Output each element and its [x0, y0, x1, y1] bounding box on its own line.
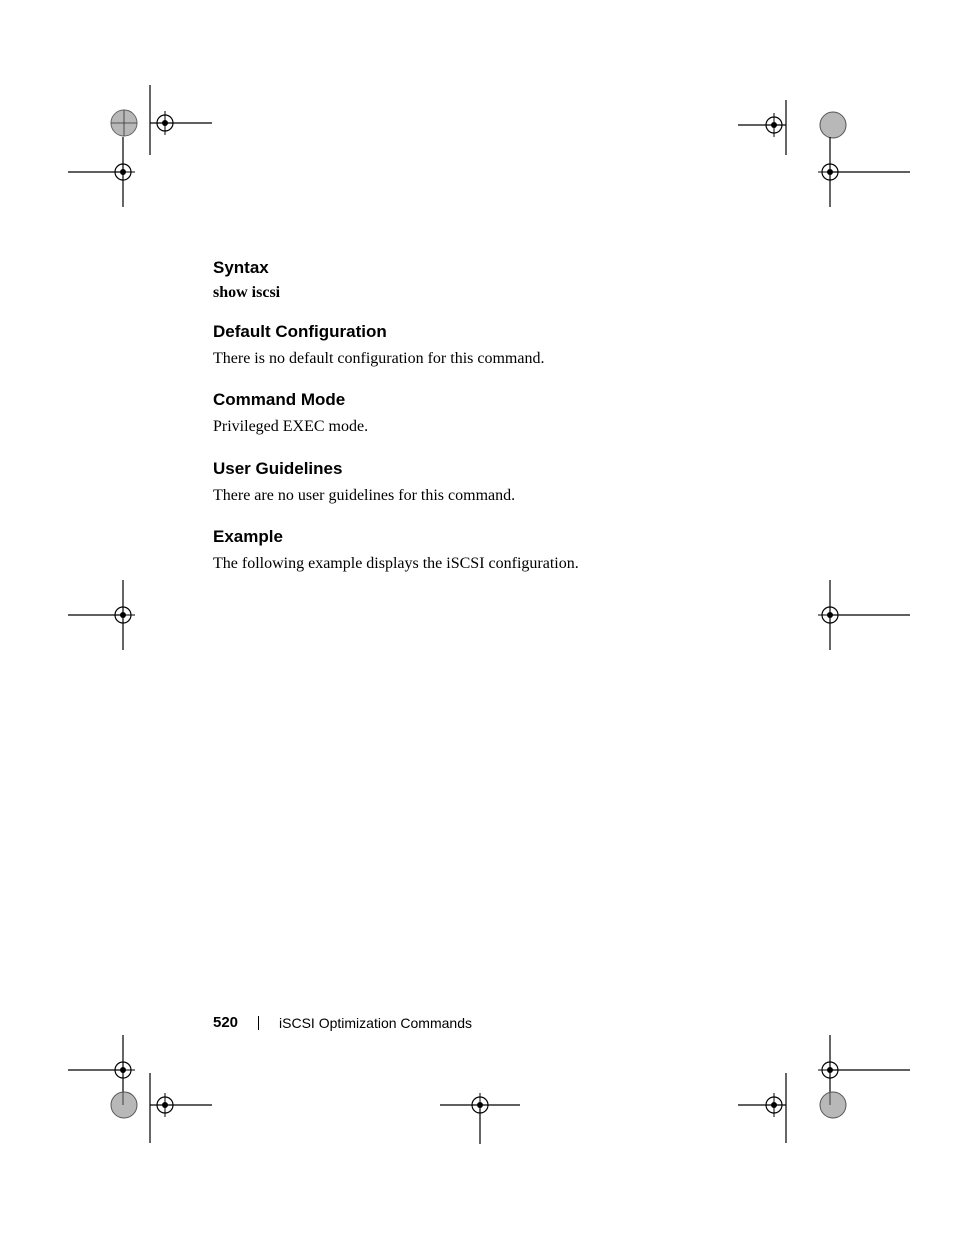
example-body: The following example displays the iSCSI… — [213, 553, 773, 575]
default-config-body: There is no default configuration for th… — [213, 348, 773, 370]
syntax-body: show iscsi — [213, 284, 773, 302]
user-guidelines-body: There are no user guidelines for this co… — [213, 485, 773, 507]
user-guidelines-heading: User Guidelines — [213, 459, 773, 479]
command-mode-body: Privileged EXEC mode. — [213, 416, 773, 438]
default-config-heading: Default Configuration — [213, 322, 773, 342]
example-heading: Example — [213, 527, 773, 547]
command-mode-heading: Command Mode — [213, 390, 773, 410]
crop-mark-icon — [738, 1073, 858, 1143]
crop-mark-icon — [800, 580, 910, 650]
page-footer: 520 iSCSI Optimization Commands — [213, 1014, 472, 1031]
crop-mark-icon — [68, 580, 178, 650]
syntax-heading: Syntax — [213, 258, 773, 278]
page-content: Syntax show iscsi Default Configuration … — [213, 258, 773, 596]
crop-mark-icon — [68, 137, 178, 207]
footer-divider — [258, 1016, 259, 1030]
page-number: 520 — [213, 1014, 238, 1031]
crop-mark-icon — [440, 1074, 520, 1144]
crop-mark-icon — [102, 1073, 212, 1143]
footer-section-title: iSCSI Optimization Commands — [279, 1015, 472, 1031]
crop-mark-icon — [800, 137, 910, 207]
